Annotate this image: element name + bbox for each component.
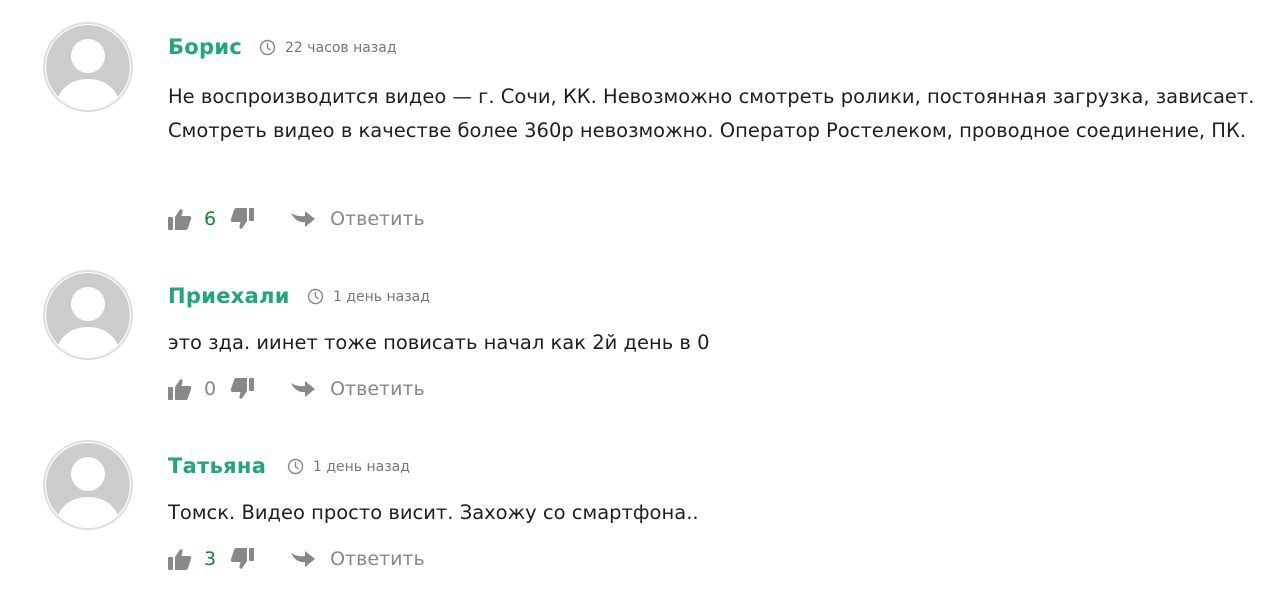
clock-icon <box>259 39 276 56</box>
comment-author[interactable]: Татьяна <box>168 454 266 478</box>
avatar <box>43 440 133 530</box>
comment-item: Татьяна 1 день назад Томск. Видео просто… <box>0 420 1280 601</box>
comment-actions: 0 Ответить <box>168 376 425 402</box>
avatar <box>43 270 133 360</box>
comment-text: Томск. Видео просто висит. Захожу со сма… <box>168 501 699 524</box>
comment-author[interactable]: Приехали <box>168 284 290 308</box>
user-avatar-icon <box>43 270 133 360</box>
reply-label: Ответить <box>330 548 425 570</box>
comment-time: 1 день назад <box>287 458 410 475</box>
comment-text: это зда. иинет тоже повисать начал как 2… <box>168 331 710 354</box>
comment-time-text: 22 часов назад <box>285 39 397 56</box>
avatar <box>43 22 133 112</box>
clock-icon <box>287 458 304 475</box>
comment-time-text: 1 день назад <box>313 458 410 475</box>
reply-arrow-icon <box>291 211 316 227</box>
comment-item: Борис 22 часов назад Не воспроизводится … <box>0 0 1280 250</box>
comment-time-text: 1 день назад <box>333 288 430 305</box>
comment-actions: 6 Ответить <box>168 206 425 232</box>
like-count: 3 <box>204 548 217 570</box>
thumbs-up-icon[interactable] <box>168 208 192 230</box>
user-avatar-icon <box>43 440 133 530</box>
comment-author[interactable]: Борис <box>168 35 242 59</box>
reply-arrow-icon <box>291 551 316 567</box>
reply-label: Ответить <box>330 378 425 400</box>
comment-actions: 3 Ответить <box>168 546 425 572</box>
like-count: 0 <box>204 378 217 400</box>
reply-label: Ответить <box>330 208 425 230</box>
comment-time: 22 часов назад <box>259 39 397 56</box>
comment-item: Приехали 1 день назад это зда. иинет тож… <box>0 250 1280 420</box>
thumbs-down-icon[interactable] <box>230 548 255 570</box>
user-avatar-icon <box>43 22 133 112</box>
comment-text: Не воспроизводится видео — г. Сочи, КК. … <box>168 85 1255 142</box>
like-count: 6 <box>204 208 217 230</box>
comment-time: 1 день назад <box>307 288 430 305</box>
reply-button[interactable]: Ответить <box>290 378 425 400</box>
reply-button[interactable]: Ответить <box>290 548 425 570</box>
thumbs-up-icon[interactable] <box>168 378 192 400</box>
thumbs-up-icon[interactable] <box>168 548 192 570</box>
reply-arrow-icon <box>291 381 316 397</box>
reply-button[interactable]: Ответить <box>290 208 425 230</box>
thumbs-down-icon[interactable] <box>230 208 255 230</box>
thumbs-down-icon[interactable] <box>230 378 255 400</box>
clock-icon <box>307 288 324 305</box>
